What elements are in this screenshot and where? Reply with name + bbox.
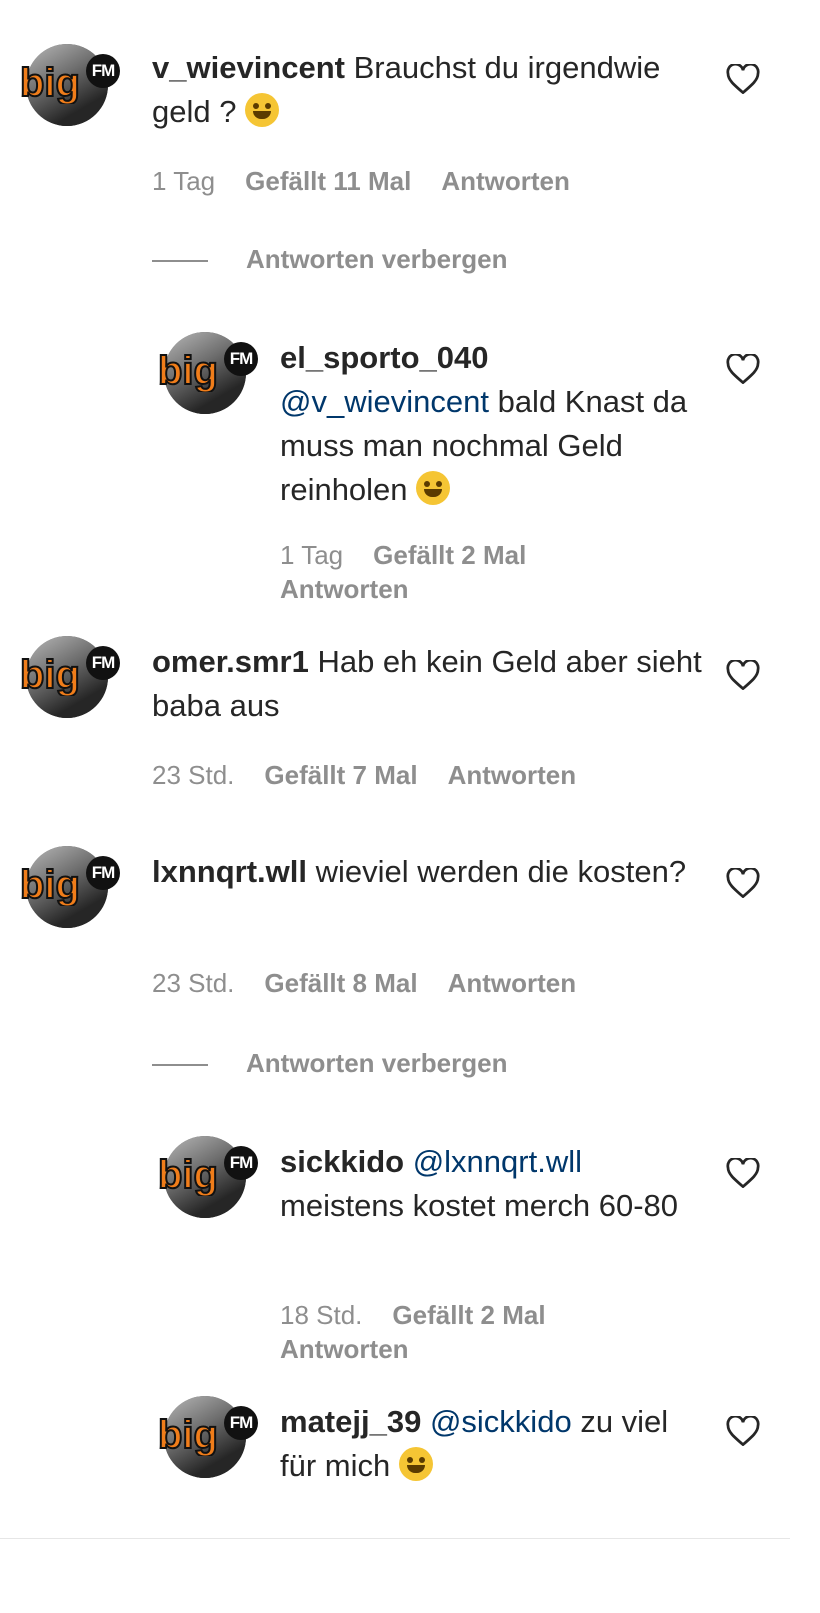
comment-mention[interactable]: @lxnnqrt.wll: [413, 1144, 582, 1179]
comment-time: 1 Tag: [152, 166, 216, 196]
reply-button[interactable]: Antworten: [448, 760, 577, 790]
comment-username[interactable]: v_wievincent: [152, 50, 345, 85]
svg-text:big: big: [20, 863, 80, 906]
reply-button[interactable]: Antworten: [441, 166, 570, 196]
avatar[interactable]: big FM: [157, 1396, 258, 1478]
comment-text: lxnnqrt.wll wieviel werden die kosten?: [152, 850, 712, 894]
comment-likes[interactable]: Gefällt 2 Mal: [392, 1300, 545, 1330]
comment-time: 1 Tag: [280, 540, 344, 570]
comment-username[interactable]: lxnnqrt.wll: [152, 854, 307, 889]
comment-likes[interactable]: Gefällt 7 Mal: [264, 760, 417, 790]
avatar[interactable]: big FM: [157, 332, 258, 414]
comment-likes[interactable]: Gefällt 2 Mal: [373, 540, 526, 570]
comment-mention[interactable]: @v_wievincent: [280, 384, 489, 419]
bottom-divider: [0, 1538, 790, 1539]
hide-replies-label[interactable]: Antworten verbergen: [246, 1048, 508, 1078]
comment-meta: 18 Std. Gefällt 2 Mal Antworten: [280, 1298, 680, 1366]
svg-text:big: big: [158, 1153, 218, 1196]
comment-meta: 1 Tag Gefällt 2 Mal Antworten: [280, 538, 680, 606]
reply-button[interactable]: Antworten: [448, 968, 577, 998]
comment-body: wieviel werden die kosten?: [315, 854, 687, 889]
heart-outline-icon[interactable]: [726, 660, 760, 690]
reply-button[interactable]: Antworten: [280, 574, 409, 604]
comment-time: 18 Std.: [280, 1300, 363, 1330]
comment-text: matejj_39 @sickkido zu viel für mich: [280, 1400, 710, 1488]
comment-meta: 23 Std. Gefällt 8 Mal Antworten: [152, 966, 606, 1000]
tears-of-joy-emoji-icon: [416, 471, 451, 505]
comment-username[interactable]: omer.smr1: [152, 644, 309, 679]
fm-badge: FM: [86, 856, 120, 890]
avatar[interactable]: big FM: [19, 44, 120, 126]
bigfm-logo: big: [157, 1152, 219, 1196]
fm-badge: FM: [86, 646, 120, 680]
comment-meta: 23 Std. Gefällt 7 Mal Antworten: [152, 758, 606, 792]
comment-username[interactable]: matejj_39: [280, 1404, 421, 1439]
comment-text: sickkido @lxnnqrt.wll meistens kostet me…: [280, 1140, 710, 1228]
bigfm-logo: big: [19, 652, 81, 696]
divider-line: [152, 1064, 208, 1067]
comment-time: 23 Std.: [152, 968, 235, 998]
svg-text:big: big: [20, 61, 80, 104]
hide-replies-toggle[interactable]: Antworten verbergen: [152, 1048, 508, 1079]
grinning-sweat-emoji-icon: [245, 93, 280, 127]
comment-likes[interactable]: Gefällt 11 Mal: [245, 166, 411, 196]
fm-badge: FM: [224, 1146, 258, 1180]
heart-outline-icon[interactable]: [726, 64, 760, 94]
heart-outline-icon[interactable]: [726, 354, 760, 384]
comment-body: meistens kostet merch 60-80: [280, 1188, 679, 1223]
fm-badge: FM: [224, 342, 258, 376]
svg-text:big: big: [158, 349, 218, 392]
comment-username[interactable]: sickkido: [280, 1144, 404, 1179]
comment-username[interactable]: el_sporto_040: [280, 340, 489, 375]
comment-meta: 1 Tag Gefällt 11 Mal Antworten: [152, 164, 600, 198]
heart-outline-icon[interactable]: [726, 1416, 760, 1446]
avatar[interactable]: big FM: [19, 636, 120, 718]
comment-text: v_wievincent Brauchst du irgendwie geld …: [152, 46, 712, 134]
fm-badge: FM: [224, 1406, 258, 1440]
avatar[interactable]: big FM: [19, 846, 120, 928]
comment-text: omer.smr1 Hab eh kein Geld aber sieht ba…: [152, 640, 712, 728]
bigfm-logo: big: [19, 862, 81, 906]
comment-likes[interactable]: Gefällt 8 Mal: [264, 968, 417, 998]
divider-line: [152, 260, 208, 263]
svg-text:big: big: [20, 653, 80, 696]
hide-replies-toggle[interactable]: Antworten verbergen: [152, 244, 508, 275]
bigfm-logo: big: [19, 60, 81, 104]
avatar[interactable]: big FM: [157, 1136, 258, 1218]
bigfm-logo: big: [157, 348, 219, 392]
crying-emoji-icon: [398, 1447, 433, 1481]
hide-replies-label[interactable]: Antworten verbergen: [246, 244, 508, 274]
comment-text: el_sporto_040 @v_wievincent bald Knast d…: [280, 336, 710, 512]
bigfm-logo: big: [157, 1412, 219, 1456]
heart-outline-icon[interactable]: [726, 868, 760, 898]
fm-badge: FM: [86, 54, 120, 88]
svg-text:big: big: [158, 1413, 218, 1456]
reply-button[interactable]: Antworten: [280, 1334, 409, 1364]
heart-outline-icon[interactable]: [726, 1158, 760, 1188]
comment-mention[interactable]: @sickkido: [430, 1404, 572, 1439]
comment-time: 23 Std.: [152, 760, 235, 790]
